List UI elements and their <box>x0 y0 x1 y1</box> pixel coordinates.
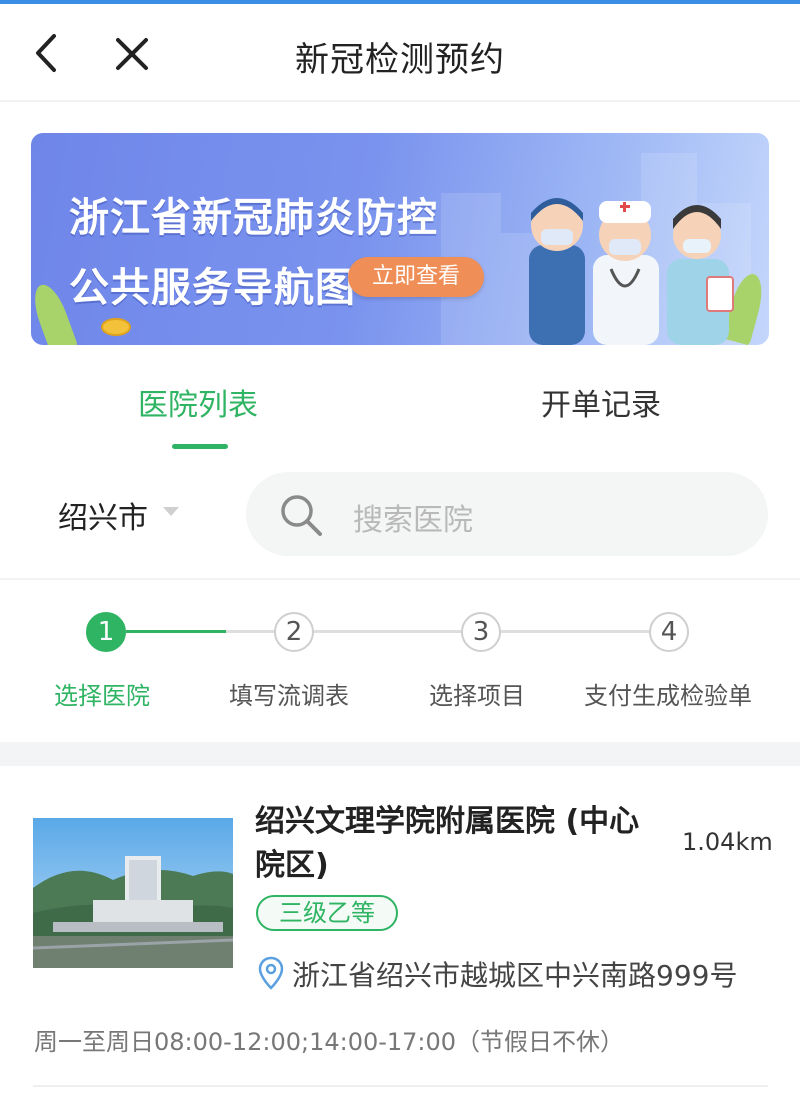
step-2-label: 填写流调表 <box>229 682 349 710</box>
hospital-name: 绍兴文理学院附属医院 (中心院区) <box>255 804 640 883</box>
header-divider <box>0 100 800 102</box>
hospital-hours: 周一至周日08:00-12:00;14:00-17:00（节假日不休） <box>34 1028 625 1056</box>
step-4-label: 支付生成检验单 <box>584 682 752 710</box>
tab-order-records[interactable]: 开单记录 <box>541 380 661 424</box>
divider <box>0 578 800 580</box>
section-gap <box>0 742 800 766</box>
step-1-label: 选择医院 <box>54 682 150 710</box>
banner-title-line1: 浙江省新冠肺炎防控 <box>69 195 438 241</box>
hospital-level-badge: 三级乙等 <box>256 895 398 931</box>
step-1-circle: 1 <box>86 612 126 652</box>
step-3-label: 选择项目 <box>429 682 525 710</box>
step-connector <box>314 630 462 633</box>
step-connector <box>126 630 226 633</box>
view-now-button[interactable]: 立即查看 <box>348 257 484 297</box>
step-connector <box>500 630 650 633</box>
card-divider <box>33 1085 768 1087</box>
promo-banner[interactable]: 浙江省新冠肺炎防控 公共服务导航图 立即查看 <box>31 133 769 345</box>
page-title: 新冠检测预约 <box>295 40 505 80</box>
tab-hospital-list[interactable]: 医院列表 <box>138 380 258 424</box>
hospital-card[interactable]: 绍兴文理学院附属医院 (中心院区) 1.04km 三级乙等 浙江省绍兴市越城区中… <box>0 766 800 1086</box>
active-tab-indicator <box>172 444 228 449</box>
medical-staff-illustration <box>529 198 734 345</box>
hospital-address: 浙江省绍兴市越城区中兴南路999号 <box>292 959 738 992</box>
search-placeholder: 搜索医院 <box>353 503 473 538</box>
location-pin-icon <box>258 956 284 990</box>
coin-decoration <box>101 318 131 336</box>
nav-header: 新冠检测预约 <box>0 4 800 100</box>
hospital-photo <box>33 818 233 968</box>
hospital-distance: 1.04km <box>682 828 773 856</box>
search-input[interactable]: 搜索医院 <box>246 472 768 556</box>
step-connector <box>226 630 276 633</box>
step-2-circle: 2 <box>274 612 314 652</box>
banner-title-line2: 公共服务导航图 <box>69 265 356 311</box>
search-icon <box>281 495 322 536</box>
caret-down-icon[interactable] <box>163 507 179 516</box>
step-3-circle: 3 <box>461 612 501 652</box>
step-4-circle: 4 <box>649 612 689 652</box>
city-selector[interactable]: 绍兴市 <box>58 493 148 537</box>
